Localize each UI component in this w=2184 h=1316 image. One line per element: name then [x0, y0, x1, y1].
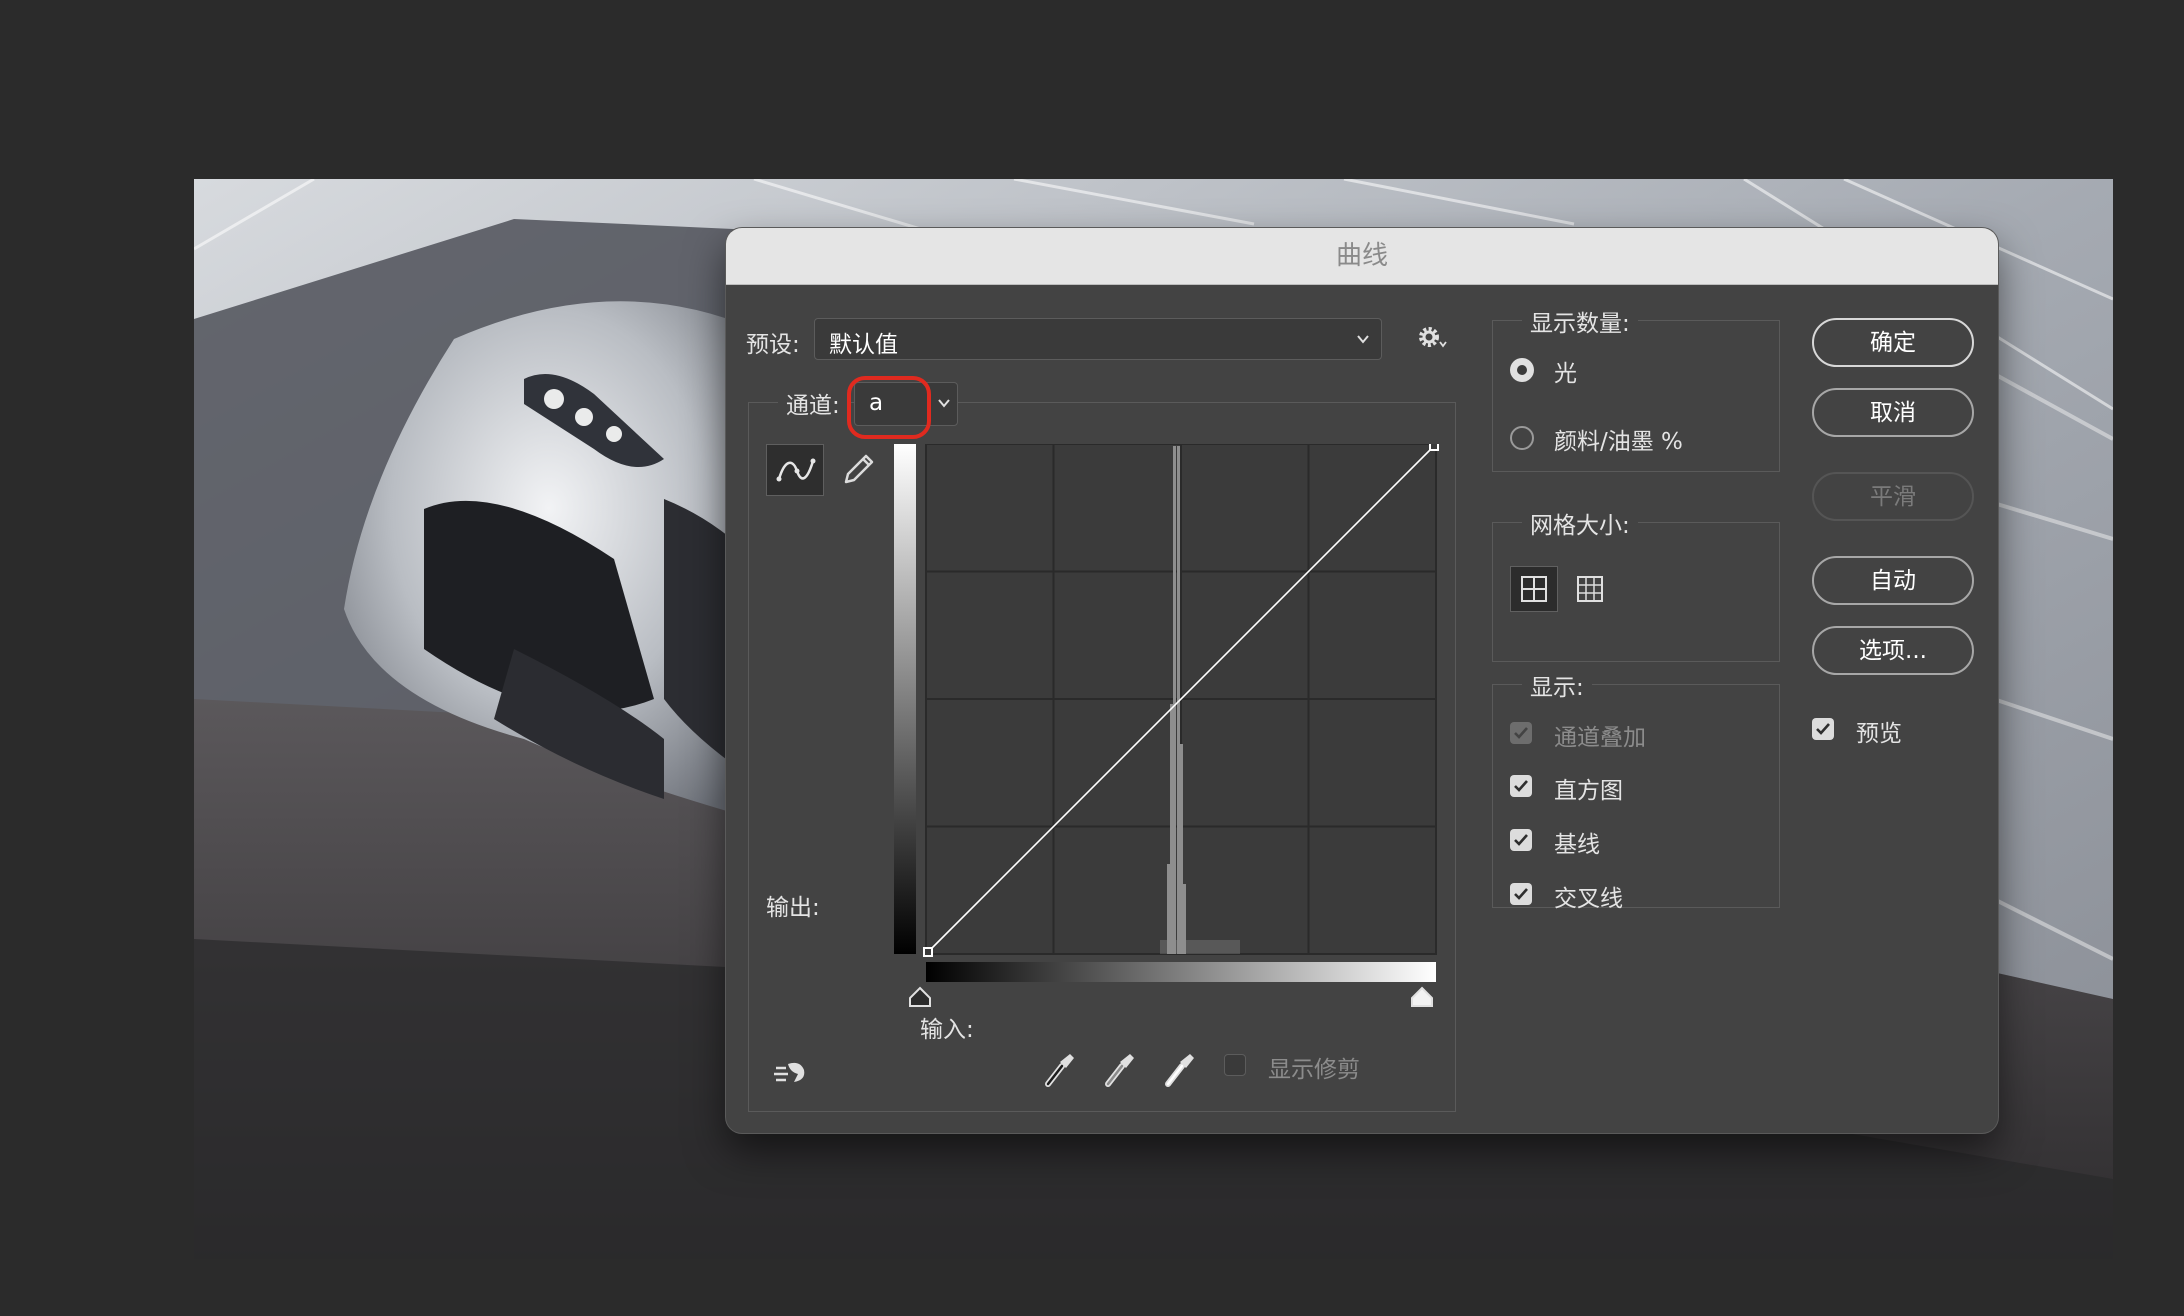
- histogram-label: 直方图: [1554, 778, 1623, 804]
- pigment-ink-radio[interactable]: [1510, 426, 1534, 450]
- grid-size-title: 网格大小:: [1522, 506, 1638, 540]
- preview-label: 预览: [1856, 721, 1902, 747]
- chevron-down-icon: [1357, 335, 1369, 344]
- preset-value: 默认值: [829, 332, 898, 358]
- input-label: 输入:: [920, 1017, 974, 1043]
- show-clipping-checkbox[interactable]: [1224, 1054, 1246, 1076]
- black-point-slider[interactable]: [908, 986, 932, 1008]
- preset-select[interactable]: 默认值: [814, 318, 1382, 360]
- show-title: 显示:: [1522, 668, 1592, 702]
- light-label: 光: [1554, 361, 1577, 387]
- chevron-down-icon: [938, 399, 950, 408]
- auto-button[interactable]: 自动: [1812, 556, 1974, 605]
- channel-overlays-label: 通道叠加: [1554, 725, 1646, 751]
- pencil-icon[interactable]: [838, 450, 878, 490]
- curve-point-black: [923, 947, 933, 957]
- gray-eyedropper-icon[interactable]: [1100, 1048, 1140, 1092]
- intersection-line-label: 交叉线: [1554, 886, 1623, 912]
- histogram-checkbox[interactable]: [1510, 775, 1532, 797]
- intersection-line-checkbox[interactable]: [1510, 883, 1532, 905]
- ok-button[interactable]: 确定: [1812, 318, 1974, 367]
- black-eyedropper-icon[interactable]: [1040, 1048, 1080, 1092]
- on-image-adjust-icon[interactable]: [770, 1054, 812, 1090]
- curve-tool-icon[interactable]: [766, 444, 824, 496]
- white-eyedropper-icon[interactable]: [1160, 1048, 1200, 1092]
- settings-gear-icon[interactable]: [1416, 324, 1450, 354]
- channel-overlays-checkbox[interactable]: [1510, 722, 1532, 744]
- smooth-button[interactable]: 平滑: [1812, 472, 1974, 521]
- curve-point-white: [1429, 441, 1439, 451]
- dialog-title: 曲线: [1335, 241, 1388, 271]
- display-amount-title: 显示数量:: [1522, 304, 1638, 338]
- channel-label: 通道:: [778, 386, 848, 420]
- baseline-label: 基线: [1554, 832, 1600, 858]
- curves-dialog: 曲线 预设: 默认值 通道: a 输出: 输入: 显示修剪 显示数量: 光 颜料…: [726, 228, 1998, 1133]
- pigment-ink-label: 颜料/油墨 %: [1554, 429, 1683, 455]
- preview-checkbox[interactable]: [1812, 718, 1834, 740]
- preset-label: 预设:: [746, 332, 800, 358]
- white-point-slider[interactable]: [1410, 986, 1434, 1008]
- output-label: 输出:: [766, 895, 820, 921]
- baseline-checkbox[interactable]: [1510, 829, 1532, 851]
- light-radio[interactable]: [1510, 358, 1534, 382]
- options-button[interactable]: 选项...: [1812, 626, 1974, 675]
- grid-4x4-icon[interactable]: [1510, 566, 1558, 612]
- show-clipping-label: 显示修剪: [1268, 1057, 1360, 1083]
- highlight-annotation: [847, 376, 931, 439]
- grid-10x10-icon[interactable]: [1568, 566, 1614, 612]
- curve-graph-area[interactable]: [890, 441, 1440, 984]
- cancel-button[interactable]: 取消: [1812, 388, 1974, 437]
